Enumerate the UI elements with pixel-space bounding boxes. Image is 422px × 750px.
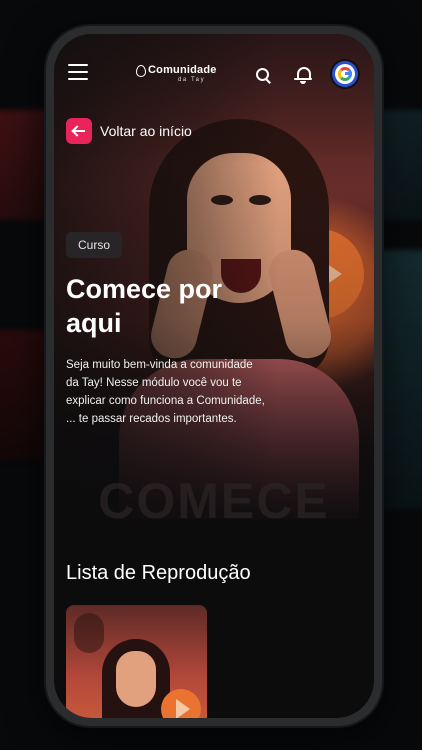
- hero-watermark: COMECE: [98, 473, 330, 529]
- playlist-item-thumbnail[interactable]: [66, 605, 207, 718]
- arrow-left-icon: [66, 118, 92, 144]
- logo-name: Comunidade: [148, 64, 217, 76]
- course-description: Seja muito bem-vinda a comunidade da Tay…: [66, 359, 265, 425]
- logo-subtitle: da Tay: [178, 77, 206, 83]
- logo-drop-icon: [136, 65, 146, 77]
- app-screen: COMECE Comunidade da Tay Voltar ao iníci…: [54, 34, 374, 718]
- google-avatar-icon[interactable]: [332, 61, 358, 87]
- playlist-title: Lista de Reprodução: [66, 562, 251, 584]
- phone-frame: COMECE Comunidade da Tay Voltar ao iníci…: [46, 26, 382, 726]
- bell-icon[interactable]: [294, 66, 312, 84]
- back-to-home-button[interactable]: Voltar ao início: [66, 118, 192, 144]
- search-icon[interactable]: [256, 68, 271, 84]
- top-bar: Comunidade da Tay: [54, 34, 374, 104]
- app-logo[interactable]: Comunidade da Tay: [136, 63, 226, 85]
- play-icon: [161, 689, 201, 718]
- course-title: Comece por aqui: [66, 274, 223, 338]
- category-tag: Curso: [66, 232, 123, 258]
- back-label: Voltar ao início: [100, 123, 192, 139]
- menu-icon[interactable]: [68, 64, 88, 80]
